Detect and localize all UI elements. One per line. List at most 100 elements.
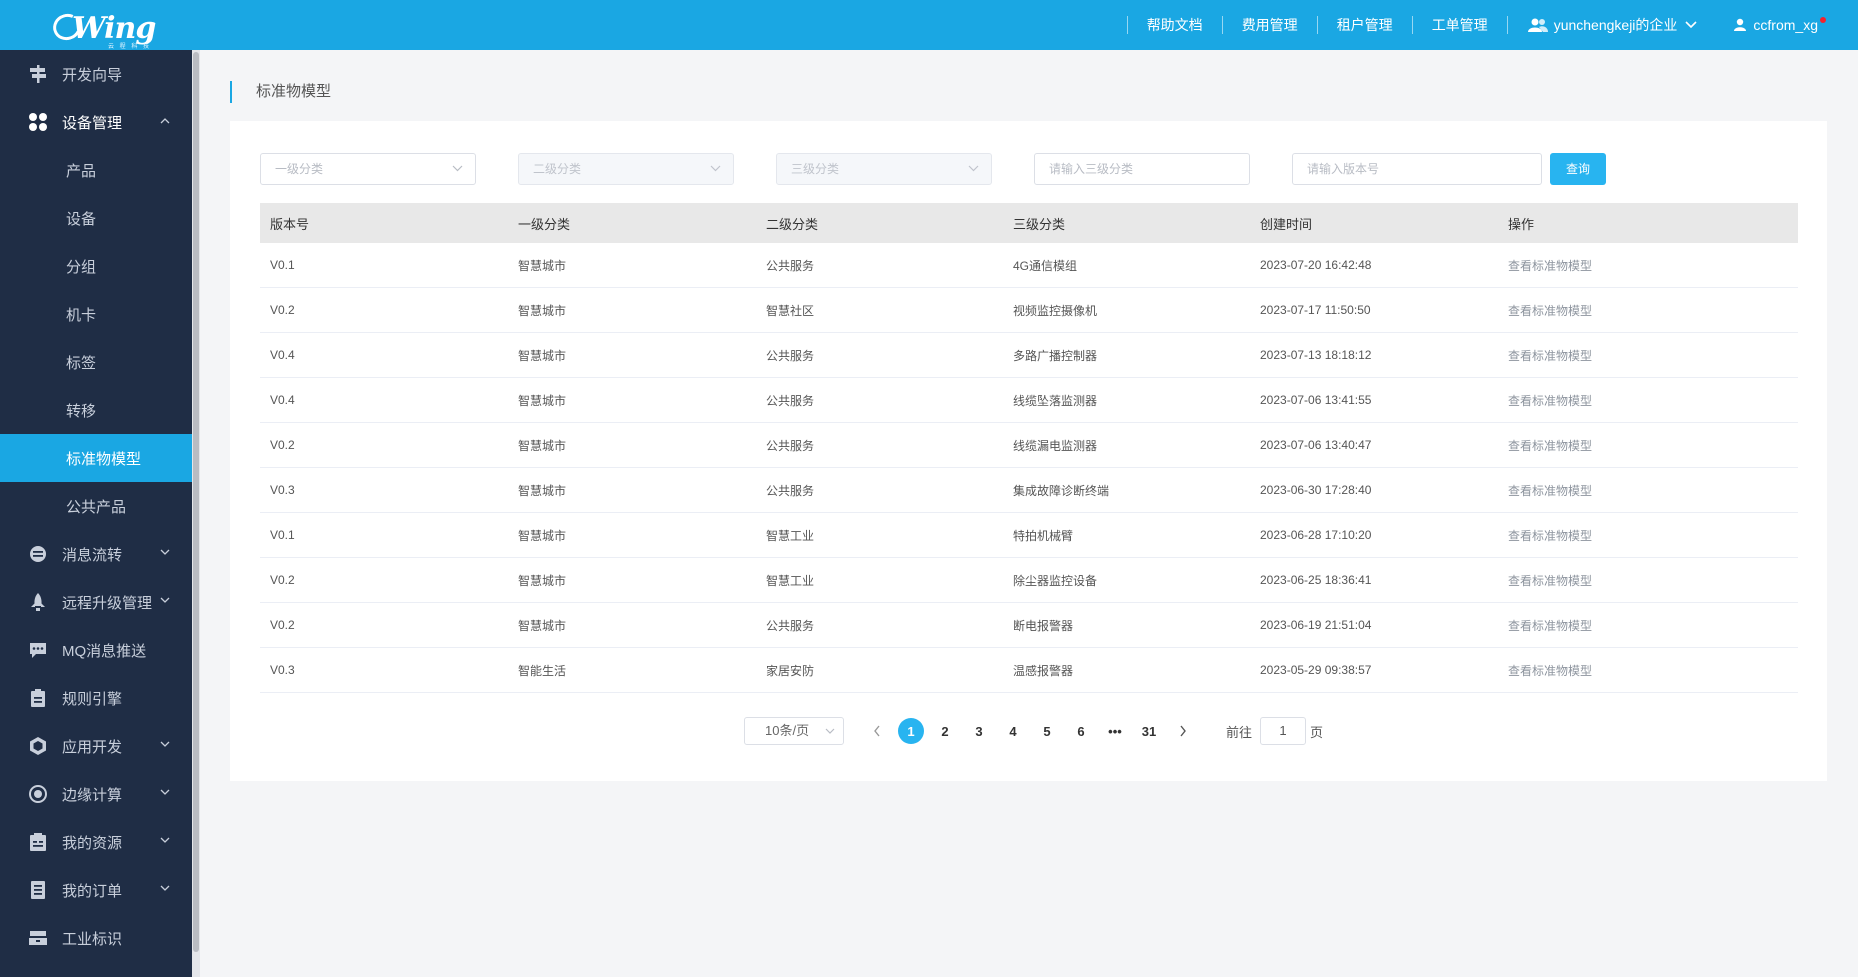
page-number[interactable]: 5 [1030, 717, 1064, 745]
view-model-link[interactable]: 查看标准物模型 [1508, 484, 1592, 498]
chevron-left-icon [874, 725, 880, 737]
sidebar-subitem-standard-model[interactable]: 标准物模型 [0, 434, 192, 482]
sidebar-item-rule-engine[interactable]: 规则引擎 [0, 674, 192, 722]
page-number[interactable]: 4 [996, 717, 1030, 745]
goto-page-input[interactable]: 1 [1260, 717, 1307, 745]
sidebar-item-label: MQ消息推送 [62, 642, 147, 660]
team-icon [1527, 18, 1548, 32]
sidebar-item-device-management[interactable]: 设备管理 [0, 98, 192, 146]
prev-page-button[interactable] [860, 717, 894, 745]
top-nav: 帮助文档 费用管理 租户管理 工单管理 yunchengkeji的企业 ccfr… [1126, 0, 1842, 50]
sidebar-scrollbar[interactable] [192, 50, 200, 977]
cell-version: V0.2 [270, 618, 295, 632]
nav-billing[interactable]: 费用管理 [1223, 15, 1317, 35]
sidebar-subitem-device[interactable]: 设备 [0, 194, 192, 242]
level3-category-select[interactable]: 三级分类 [776, 153, 992, 185]
select-placeholder: 二级分类 [533, 162, 582, 176]
view-model-link[interactable]: 查看标准物模型 [1508, 349, 1592, 363]
view-model-link[interactable]: 查看标准物模型 [1508, 619, 1592, 633]
cell-created-time: 2023-07-13 18:18:12 [1260, 348, 1372, 362]
page-number[interactable]: 2 [928, 717, 962, 745]
sidebar: 开发向导 设备管理 产品 设备 分组 机卡 标签 转移 标准物模型 公共产品 消… [0, 50, 200, 977]
user-menu[interactable]: ccfrom_xg [1713, 17, 1842, 33]
cell-level2: 家居安防 [766, 663, 815, 678]
sidebar-subitem-transfer[interactable]: 转移 [0, 386, 192, 434]
edge-icon [27, 783, 49, 805]
cell-level2: 公共服务 [766, 618, 815, 633]
view-model-link[interactable]: 查看标准物模型 [1508, 394, 1592, 408]
nav-help-docs[interactable]: 帮助文档 [1128, 15, 1222, 35]
goto-prefix: 前往 [1226, 724, 1253, 740]
level1-category-select[interactable]: 一级分类 [260, 153, 476, 185]
chevron-right-icon [1180, 725, 1186, 737]
sidebar-item-my-resources[interactable]: 我的资源 [0, 818, 192, 866]
table-row: V0.2 智慧城市 智慧工业 除尘器监控设备 2023-06-25 18:36:41 查看… [260, 558, 1798, 603]
page-number[interactable]: 6 [1064, 717, 1098, 745]
sidebar-item-app-dev[interactable]: 应用开发 [0, 722, 192, 770]
cell-version: V0.2 [270, 438, 295, 452]
rule-icon [27, 687, 49, 709]
cell-actions: 查看标准物模型 [1498, 482, 1798, 499]
view-model-link[interactable]: 查看标准物模型 [1508, 259, 1592, 273]
cell-level2: 公共服务 [766, 348, 815, 363]
version-input[interactable]: 请输入版本号 [1292, 153, 1542, 185]
cell-version: V0.4 [270, 393, 295, 407]
table-row: V0.2 智慧城市 公共服务 断电报警器 2023-06-19 21:51:04 查看标准… [260, 603, 1798, 648]
column-header: 一级分类 [518, 216, 571, 232]
cell-level1: 智慧城市 [518, 258, 567, 273]
cell-version: V0.3 [270, 663, 295, 677]
page-number[interactable]: 1 [894, 717, 928, 745]
sidebar-item-dev-guide[interactable]: 开发向导 [0, 50, 192, 98]
sidebar-item-message-flow[interactable]: 消息流转 [0, 530, 192, 578]
sidebar-subitem-public-product[interactable]: 公共产品 [0, 482, 192, 530]
cell-actions: 查看标准物模型 [1498, 437, 1798, 454]
chevron-down-icon [825, 728, 835, 734]
cell-created-time: 2023-05-29 09:38:57 [1260, 663, 1372, 677]
sidebar-item-label: 工业标识 [62, 930, 123, 948]
sidebar-item-industrial-id[interactable]: 工业标识 [0, 914, 192, 962]
select-placeholder: 三级分类 [791, 162, 840, 176]
table-row: V0.1 智慧城市 智慧工业 特拍机械臂 2023-06-28 17:10:20 查看标准… [260, 513, 1798, 558]
cell-actions: 查看标准物模型 [1498, 617, 1798, 634]
column-header: 二级分类 [766, 216, 819, 232]
cell-created-time: 2023-06-19 21:51:04 [1260, 618, 1372, 632]
page-size-select[interactable]: 10条/页 [744, 717, 844, 745]
sidebar-subitem-group[interactable]: 分组 [0, 242, 192, 290]
view-model-link[interactable]: 查看标准物模型 [1508, 439, 1592, 453]
sidebar-item-my-orders[interactable]: 我的订单 [0, 866, 192, 914]
level3-category-input[interactable]: 请输入三级分类 [1034, 153, 1250, 185]
enterprise-name: yunchengkeji的企业 [1553, 17, 1678, 33]
sidebar-item-edge-computing[interactable]: 边缘计算 [0, 770, 192, 818]
nav-tickets[interactable]: 工单管理 [1413, 15, 1507, 35]
sidebar-subitem-product[interactable]: 产品 [0, 146, 192, 194]
next-page-button[interactable] [1166, 717, 1200, 745]
page-ellipsis[interactable]: ••• [1098, 717, 1132, 745]
sidebar-item-ota[interactable]: 远程升级管理 [0, 578, 192, 626]
view-model-link[interactable]: 查看标准物模型 [1508, 529, 1592, 543]
view-model-link[interactable]: 查看标准物模型 [1508, 574, 1592, 588]
logo[interactable]: Wing 云 程 科 技 [49, 4, 160, 50]
view-model-link[interactable]: 查看标准物模型 [1508, 664, 1592, 678]
main-content: 标准物模型 一级分类 二级分类 三级分类 请输入三级分类 请输入版本号 查询 版… [200, 50, 1858, 977]
query-button[interactable]: 查询 [1550, 153, 1606, 185]
goto-suffix: 页 [1310, 724, 1324, 740]
sidebar-item-mq-push[interactable]: MQ消息推送 [0, 626, 192, 674]
sidebar-menu: 开发向导 设备管理 产品 设备 分组 机卡 标签 转移 标准物模型 公共产品 消… [0, 50, 192, 962]
nav-tenant[interactable]: 租户管理 [1318, 15, 1412, 35]
view-model-link[interactable]: 查看标准物模型 [1508, 304, 1592, 318]
sidebar-scrollbar-thumb[interactable] [193, 52, 199, 952]
logo-subtext: 云 程 科 技 [108, 44, 152, 50]
page-number[interactable]: 31 [1132, 717, 1166, 745]
table-body: V0.1 智慧城市 公共服务 4G通信模组 2023-07-20 16:42:48 查看标… [260, 243, 1798, 693]
table-header: 版本号 一级分类 二级分类 三级分类 创建时间 操作 [260, 203, 1798, 243]
model-table: 版本号 一级分类 二级分类 三级分类 创建时间 操作 V0.1 智慧城市 公共服务 4… [260, 203, 1798, 693]
enterprise-switcher[interactable]: yunchengkeji的企业 [1508, 15, 1714, 35]
sidebar-item-label: 我的订单 [62, 882, 123, 900]
grid-icon [27, 111, 49, 133]
page-number[interactable]: 3 [962, 717, 996, 745]
cell-actions: 查看标准物模型 [1498, 527, 1798, 544]
flow-icon [27, 543, 49, 565]
sidebar-subitem-tag[interactable]: 标签 [0, 338, 192, 386]
sidebar-subitem-sim-card[interactable]: 机卡 [0, 290, 192, 338]
level2-category-select[interactable]: 二级分类 [518, 153, 734, 185]
